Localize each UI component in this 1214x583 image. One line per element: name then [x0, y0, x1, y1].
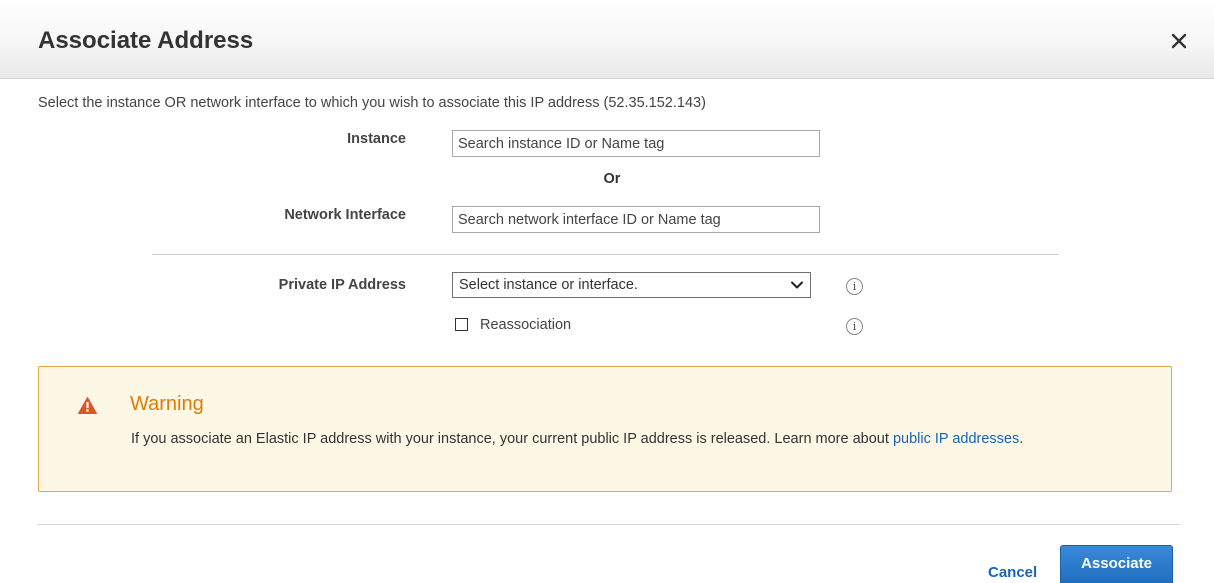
- close-icon[interactable]: [1168, 30, 1190, 52]
- or-separator: Or: [603, 171, 621, 187]
- warning-body-text: If you associate an Elastic IP address w…: [131, 431, 893, 447]
- private-ip-selected-value: Select instance or interface.: [459, 277, 638, 293]
- footer-divider: [38, 524, 1180, 525]
- dialog-header: Associate Address: [0, 0, 1214, 79]
- network-interface-label: Network Interface: [284, 207, 406, 223]
- network-interface-search-input[interactable]: [452, 206, 820, 233]
- reassociation-info-icon[interactable]: i: [846, 318, 863, 335]
- reassociation-checkbox[interactable]: [455, 318, 468, 331]
- intro-text: Select the instance OR network interface…: [38, 95, 706, 111]
- public-ip-addresses-link[interactable]: public IP addresses: [893, 431, 1019, 447]
- private-ip-info-icon[interactable]: i: [846, 278, 863, 295]
- chevron-down-icon: [791, 281, 803, 289]
- private-ip-label: Private IP Address: [278, 277, 406, 293]
- section-divider: [152, 254, 1059, 255]
- warning-message: If you associate an Elastic IP address w…: [131, 426, 1141, 452]
- instance-label: Instance: [347, 131, 406, 147]
- warning-trailing-period: .: [1019, 431, 1024, 447]
- reassociation-label: Reassociation: [480, 317, 572, 333]
- cancel-button[interactable]: Cancel: [988, 564, 1037, 581]
- dialog-title: Associate Address: [38, 27, 254, 54]
- warning-alert: Warning If you associate an Elastic IP a…: [38, 366, 1172, 492]
- instance-search-input[interactable]: [452, 130, 820, 157]
- associate-button[interactable]: Associate: [1060, 545, 1173, 583]
- warning-title: Warning: [130, 393, 204, 415]
- private-ip-select[interactable]: Select instance or interface.: [452, 272, 811, 298]
- warning-icon: [78, 397, 97, 414]
